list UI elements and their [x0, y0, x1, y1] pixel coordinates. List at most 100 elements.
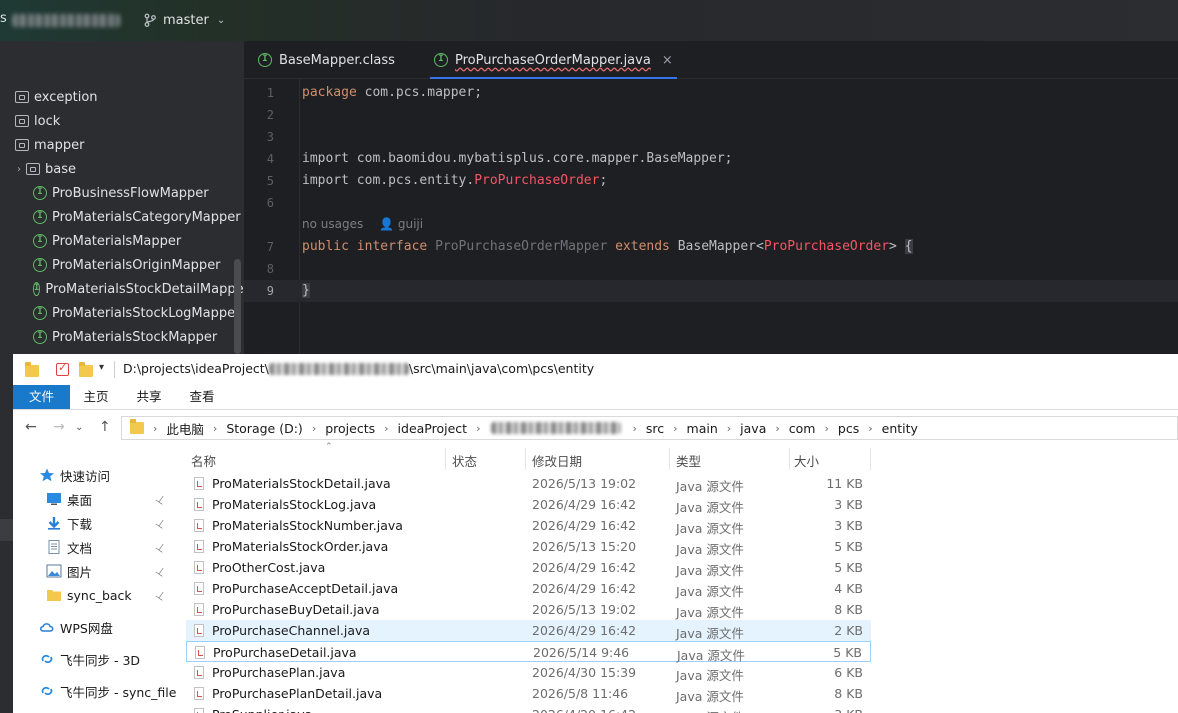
pin-icon[interactable]: ⊥ [153, 539, 168, 555]
redacted-breadcrumb[interactable] [491, 422, 622, 434]
file-row[interactable]: ProMaterialsStockDetail.java 2026/5/13 19… [186, 473, 871, 494]
file-size: 6 KB [834, 665, 863, 680]
breadcrumb-java[interactable]: java [734, 421, 772, 436]
breadcrumb-separator[interactable]: › [210, 422, 220, 435]
breadcrumb-separator[interactable]: › [473, 422, 483, 435]
breadcrumb-main[interactable]: main [681, 421, 724, 436]
file-row[interactable]: ProMaterialsStockOrder.java 2026/5/13 15:… [186, 536, 871, 557]
tree-item-lock[interactable]: lock [0, 109, 244, 133]
column-name[interactable]: 名称 [191, 451, 216, 470]
ribbon-tab-view[interactable]: 查看 [181, 385, 223, 409]
tree-item-promaterialsmapper[interactable]: I ProMaterialsMapper [0, 229, 244, 253]
breadcrumb-pre-3[interactable]: ideaProject [392, 421, 474, 436]
file-row[interactable]: ProMaterialsStockNumber.java 2026/4/29 16… [186, 515, 871, 536]
pin-icon[interactable]: ⊥ [153, 491, 168, 507]
code-line-5[interactable]: 5 import com.pcs.entity.ProPurchaseOrder… [244, 170, 1178, 192]
code-line-8[interactable]: 8 [244, 258, 1178, 280]
interface-icon: I [33, 282, 41, 296]
breadcrumb-pre-2[interactable]: projects [319, 421, 381, 436]
code-line-2[interactable]: 2 [244, 104, 1178, 126]
usages-hint[interactable]: no usages [302, 217, 363, 231]
nav-item-5[interactable]: sync_back ⊥ [13, 583, 186, 607]
code-line-6[interactable]: 6 [244, 192, 1178, 214]
tree-item-promaterialsoriginmapper[interactable]: I ProMaterialsOriginMapper [0, 253, 244, 277]
file-row[interactable]: ProMaterialsStockLog.java 2026/4/29 16:42… [186, 494, 871, 515]
tree-item-promaterialsstockmapper[interactable]: I ProMaterialsStockMapper [0, 325, 244, 349]
nav-item-7[interactable]: 飞牛同步 - 3D [13, 647, 186, 671]
breadcrumb-pcs[interactable]: pcs [832, 421, 865, 436]
column-status[interactable]: 状态 [452, 451, 477, 470]
java-file-icon [194, 624, 204, 637]
file-row[interactable]: ProPurchaseChannel.java 2026/4/29 16:42 Ja… [186, 620, 871, 641]
breadcrumb-separator[interactable]: › [381, 422, 391, 435]
pin-icon[interactable]: ⊥ [153, 563, 168, 579]
breadcrumb-pre-1[interactable]: Storage (D:) [220, 421, 308, 436]
address-bar[interactable]: › 此电脑 › Storage (D:) › projects › ideaProject ›… [121, 416, 1178, 440]
quick-access-dropdown-icon[interactable]: ▾ [99, 362, 104, 373]
close-icon[interactable]: × [662, 53, 673, 68]
tab-propurchaseordermapper-java[interactable]: I ProPurchaseOrderMapper.java × [430, 41, 677, 79]
tree-item-mapper[interactable]: mapper [0, 133, 244, 157]
forward-button[interactable]: → [53, 419, 65, 435]
code-line-4[interactable]: 4 import com.baomidou.mybatisplus.core.m… [244, 148, 1178, 170]
pin-icon[interactable]: ⊥ [153, 515, 168, 531]
nav-item-4[interactable]: 图片 ⊥ [13, 559, 186, 583]
nav-item-3[interactable]: 文档 ⊥ [13, 535, 186, 559]
tab-basemapper-class[interactable]: I BaseMapper.class [258, 41, 395, 79]
up-button[interactable]: ↑ [99, 419, 111, 435]
file-row[interactable]: ProPurchasePlanDetail.java 2026/5/8 11:46… [186, 683, 871, 704]
code-vision-hint[interactable]: no usages 👤 guiji [302, 217, 423, 231]
code-line-9[interactable]: 9 } [244, 280, 1178, 302]
ribbon-tab-file[interactable]: 文件 [13, 385, 70, 409]
breadcrumb-separator[interactable]: › [821, 422, 831, 435]
nav-item-2[interactable]: 下载 ⊥ [13, 511, 186, 535]
tree-item-promaterialscategorymapper[interactable]: I ProMaterialsCategoryMapper [0, 205, 244, 229]
column-size[interactable]: 大小 [794, 451, 819, 470]
file-row[interactable]: ProPurchaseDetail.java 2026/5/14 9:46 Java… [186, 641, 871, 663]
project-selector[interactable]: s [0, 11, 122, 29]
nav-item-6[interactable]: WPS网盘 [13, 615, 186, 639]
column-type[interactable]: 类型 [676, 451, 701, 470]
author-hint[interactable]: guiji [398, 217, 423, 231]
tree-item-promaterialsstocklogmapper[interactable]: I ProMaterialsStockLogMapper [0, 301, 244, 325]
breadcrumb-src[interactable]: src [640, 421, 670, 436]
expand-arrow-icon[interactable]: › [12, 164, 26, 175]
column-modified[interactable]: 修改日期 [532, 451, 582, 470]
properties-icon[interactable] [56, 361, 69, 376]
file-modified: 2026/4/29 16:42 [532, 623, 637, 638]
file-modified: 2026/4/30 15:39 [532, 665, 637, 680]
file-row[interactable]: ProPurchasePlan.java 2026/4/30 15:39 Java … [186, 662, 871, 683]
tree-item-promaterialsstockdetailmapper[interactable]: I ProMaterialsStockDetailMapper [0, 277, 244, 301]
nav-item-label: sync_back [67, 587, 132, 603]
nav-item-8[interactable]: 飞牛同步 - sync_file [13, 679, 186, 703]
file-row[interactable]: ProPurchaseAcceptDetail.java 2026/4/29 16… [186, 578, 871, 599]
breadcrumb-pre-0[interactable]: 此电脑 [160, 419, 210, 438]
back-button[interactable]: ← [25, 419, 37, 435]
tree-item-exception[interactable]: exception [0, 85, 244, 109]
ribbon-tab-home[interactable]: 主页 [75, 385, 117, 409]
breadcrumb-separator[interactable]: › [772, 422, 782, 435]
file-row[interactable]: ProSupplier.java 2026/4/29 16:42 Java 源文件 3… [186, 704, 871, 713]
recent-locations-button[interactable]: ⌄ [75, 422, 83, 433]
breadcrumb-separator[interactable]: › [865, 422, 875, 435]
code-line-7[interactable]: 7 public interface ProPurchaseOrderMappe… [244, 236, 1178, 258]
pin-icon[interactable]: ⊥ [153, 587, 168, 603]
breadcrumb-com[interactable]: com [783, 421, 822, 436]
code-editor[interactable]: 1 package com.pcs.mapper; 2 3 4 import c… [244, 79, 1178, 354]
tree-item-base[interactable]: › base [0, 157, 244, 181]
new-folder-icon[interactable] [79, 362, 93, 377]
breadcrumb-separator[interactable]: › [309, 422, 319, 435]
tree-item-probusinessflowmapper[interactable]: I ProBusinessFlowMapper [0, 181, 244, 205]
breadcrumb-entity[interactable]: entity [876, 421, 924, 436]
breadcrumb-separator[interactable]: › [670, 422, 680, 435]
nav-item-1[interactable]: 桌面 ⊥ [13, 487, 186, 511]
branch-selector[interactable]: master ⌄ [143, 11, 225, 29]
code-line-1[interactable]: 1 package com.pcs.mapper; [244, 82, 1178, 104]
file-row[interactable]: ProOtherCost.java 2026/4/29 16:42 Java 源文件… [186, 557, 871, 578]
ribbon-tab-share[interactable]: 共享 [128, 385, 170, 409]
breadcrumb-separator[interactable]: › [724, 422, 734, 435]
code-line-3[interactable]: 3 [244, 126, 1178, 148]
tree-scrollbar[interactable] [234, 259, 241, 354]
nav-item-0[interactable]: 快速访问 [13, 463, 186, 487]
file-row[interactable]: ProPurchaseBuyDetail.java 2026/5/13 19:02… [186, 599, 871, 620]
